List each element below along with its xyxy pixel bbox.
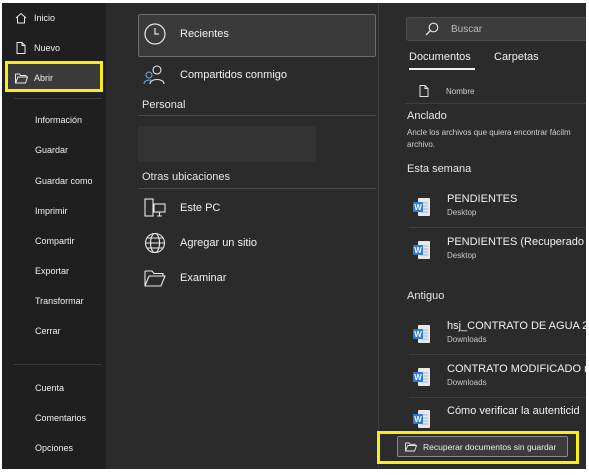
locations-panel: Recientes Compartidos conmigo Personal O… <box>106 3 378 469</box>
nav-item-comentarios[interactable]: Comentarios <box>2 404 106 432</box>
svg-text:W: W <box>414 330 422 339</box>
location-recientes[interactable]: Recientes <box>142 21 229 47</box>
location-label: Agregar un sitio <box>180 237 258 249</box>
nav-label: Cerrar <box>35 326 61 336</box>
section-divider <box>138 115 376 116</box>
nav-item-exportar[interactable]: Exportar <box>2 257 106 285</box>
home-icon <box>14 11 28 25</box>
globe-icon <box>142 230 168 256</box>
word-backstage: Inicio Nuevo Abrir Información Guardar G… <box>2 3 586 469</box>
location-label: Compartidos conmigo <box>180 69 287 81</box>
nav-item-inicio[interactable]: Inicio <box>2 4 106 32</box>
nav-label: Compartir <box>35 236 75 246</box>
file-name: hsj_CONTRATO DE AGUA 20 <box>447 320 586 332</box>
file-name: Cómo verificar la autenticid <box>447 405 580 417</box>
clock-icon <box>142 21 168 47</box>
file-location: Desktop <box>447 208 477 217</box>
location-label: Examinar <box>180 272 227 284</box>
location-agregar-sitio[interactable]: Agregar un sitio <box>142 230 257 256</box>
svg-text:W: W <box>414 203 422 212</box>
nav-label: Guardar como <box>35 176 93 186</box>
tab-documentos[interactable]: Documentos <box>409 51 471 63</box>
computer-icon <box>142 195 168 221</box>
nav-item-compartir[interactable]: Compartir <box>2 227 106 255</box>
search-icon <box>425 22 439 36</box>
folder-icon <box>405 442 417 452</box>
otras-ubicaciones-heading: Otras ubicaciones <box>142 171 231 183</box>
svg-text:W: W <box>414 415 422 424</box>
row-divider <box>409 227 586 228</box>
personal-heading: Personal <box>142 99 186 111</box>
folder-icon <box>142 265 168 291</box>
search-input[interactable]: Buscar <box>406 17 586 41</box>
active-tab-indicator <box>409 68 475 70</box>
nav-label: Opciones <box>35 443 74 453</box>
nav-divider <box>14 364 102 365</box>
file-name: PENDIENTES (Recuperado a <box>447 236 586 248</box>
nav-label: Nuevo <box>34 43 61 53</box>
location-examinar[interactable]: Examinar <box>142 265 226 291</box>
nav-label: Guardar <box>35 145 69 155</box>
file-row[interactable]: W CONTRATO MODIFICADO m Downloads <box>413 360 586 394</box>
abrir-highlight-box <box>5 61 103 92</box>
people-icon <box>142 62 168 88</box>
nav-item-informacion[interactable]: Información <box>2 106 106 134</box>
location-label: Recientes <box>180 28 229 40</box>
section-divider <box>138 188 376 189</box>
nav-label: Imprimir <box>35 206 68 216</box>
nav-item-imprimir[interactable]: Imprimir <box>2 197 106 225</box>
file-location: Downloads <box>447 378 487 387</box>
svg-text:W: W <box>414 246 422 255</box>
nav-divider <box>14 98 102 99</box>
search-placeholder: Buscar <box>451 23 483 35</box>
nav-item-cuenta[interactable]: Cuenta <box>2 374 106 402</box>
file-location: Downloads <box>447 335 487 344</box>
header-divider <box>405 103 586 104</box>
tab-carpetas[interactable]: Carpetas <box>494 51 539 63</box>
location-compartidos[interactable]: Compartidos conmigo <box>142 62 287 88</box>
location-label: Este PC <box>180 202 221 214</box>
word-file-icon: W <box>413 324 431 344</box>
nav-item-transformar[interactable]: Transformar <box>2 287 106 315</box>
nav-item-nuevo[interactable]: Nuevo <box>2 34 106 62</box>
column-label: Nombre <box>446 86 475 96</box>
personal-account-placeholder <box>138 126 316 162</box>
recover-button-label: Recuperar documentos sin guardar <box>423 441 557 452</box>
word-file-icon: W <box>413 197 431 217</box>
file-name: PENDIENTES <box>447 193 518 205</box>
file-name: CONTRATO MODIFICADO m <box>447 363 586 375</box>
recover-unsaved-documents-button[interactable]: Recuperar documentos sin guardar <box>397 436 568 457</box>
file-row[interactable]: W PENDIENTES (Recuperado a Desktop <box>413 233 586 267</box>
pinned-description: Ancle los archivos que quiera encontrar … <box>407 128 571 149</box>
new-document-icon <box>14 41 28 55</box>
nav-item-guardar[interactable]: Guardar <box>2 136 106 164</box>
nav-label: Inicio <box>34 13 56 23</box>
pinned-heading: Anclado <box>407 110 447 122</box>
row-divider <box>409 397 586 398</box>
nav-label: Comentarios <box>35 413 87 423</box>
nav-item-guardar-como[interactable]: Guardar como <box>2 167 106 195</box>
svg-text:W: W <box>414 373 422 382</box>
row-divider <box>409 354 586 355</box>
location-este-pc[interactable]: Este PC <box>142 195 220 221</box>
word-file-icon: W <box>413 240 431 260</box>
nav-label: Información <box>35 115 83 125</box>
nav-label: Exportar <box>35 266 70 276</box>
files-panel: Buscar Documentos Carpetas Nombre Anclad… <box>378 3 586 469</box>
file-location: Desktop <box>447 251 477 260</box>
word-file-icon: W <box>413 409 431 429</box>
nav-label: Cuenta <box>35 383 65 393</box>
word-file-icon: W <box>413 367 431 387</box>
file-row[interactable]: W PENDIENTES Desktop <box>413 190 586 224</box>
older-heading: Antiguo <box>407 290 445 302</box>
backstage-nav: Inicio Nuevo Abrir Información Guardar G… <box>2 3 106 469</box>
nav-label: Transformar <box>35 296 84 306</box>
document-icon <box>419 85 429 97</box>
nav-item-cerrar[interactable]: Cerrar <box>2 317 106 345</box>
file-row[interactable]: W hsj_CONTRATO DE AGUA 20 Downloads <box>413 317 586 351</box>
column-header-nombre[interactable]: Nombre <box>409 85 474 97</box>
this-week-heading: Esta semana <box>407 163 472 175</box>
nav-item-opciones[interactable]: Opciones <box>2 434 106 462</box>
